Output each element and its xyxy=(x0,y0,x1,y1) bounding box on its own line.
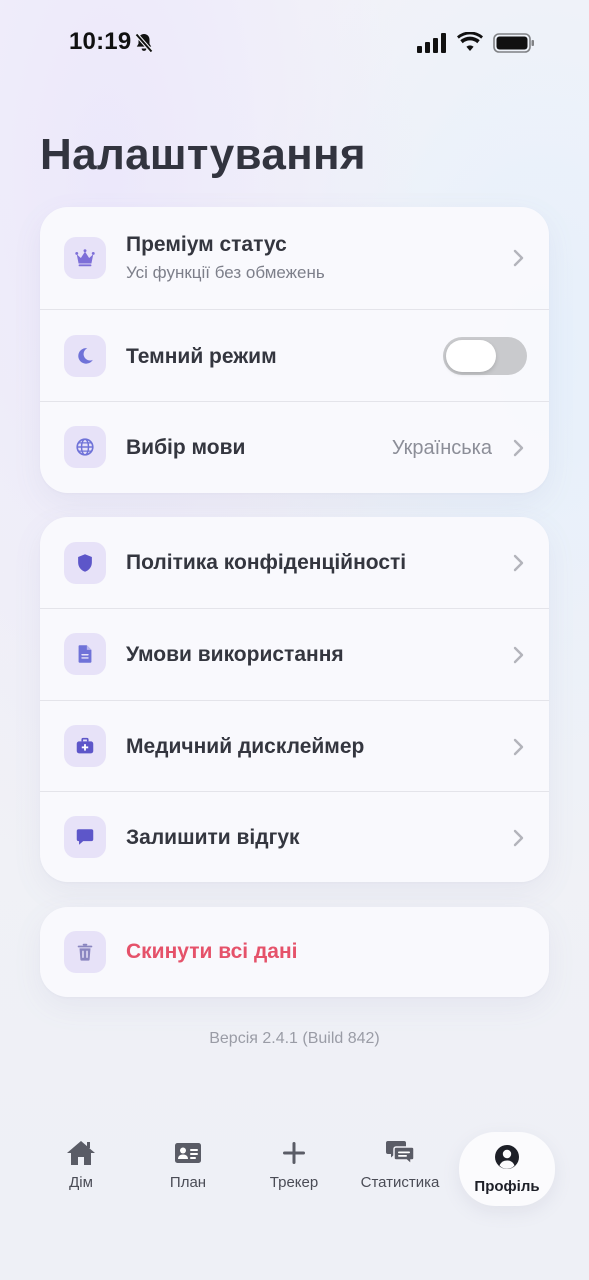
chevron-right-icon xyxy=(513,738,524,756)
settings-group-legal: Політика конфіденційності Умови використ… xyxy=(40,517,549,882)
settings-group-general: Преміум статус Усі функції без обмежень … xyxy=(40,207,549,493)
cellular-signal-icon xyxy=(417,33,446,53)
status-bar: 10:19 xyxy=(0,0,589,88)
medical-disclaimer-row[interactable]: Медичний дисклеймер xyxy=(40,701,549,791)
language-value: Українська xyxy=(391,437,492,459)
chevron-right-icon xyxy=(513,249,524,267)
leave-feedback-title: Залишити відгук xyxy=(126,826,300,849)
chevron-right-icon xyxy=(513,646,524,664)
language-row[interactable]: Вибір мови Українська xyxy=(40,402,549,493)
user-icon xyxy=(495,1145,519,1169)
document-icon xyxy=(64,633,106,675)
dark-mode-title: Темний режим xyxy=(126,345,277,368)
medical-disclaimer-title: Медичний дисклеймер xyxy=(126,735,365,758)
moon-icon xyxy=(64,335,106,377)
tab-tracker-label: Трекер xyxy=(269,1174,319,1191)
chevron-right-icon xyxy=(513,439,524,457)
crown-icon xyxy=(64,237,106,279)
privacy-policy-row[interactable]: Політика конфіденційності xyxy=(40,517,549,608)
chevron-right-icon xyxy=(513,829,524,847)
wifi-icon xyxy=(457,32,483,51)
leave-feedback-row[interactable]: Залишити відгук xyxy=(40,792,549,882)
tab-profile[interactable]: Профіль xyxy=(459,1132,555,1206)
tab-plan[interactable]: План xyxy=(138,1130,238,1210)
chevron-right-icon xyxy=(513,554,524,572)
reset-data-label: Скинути всі дані xyxy=(126,940,298,963)
id-card-icon xyxy=(175,1143,201,1163)
privacy-policy-title: Політика конфіденційності xyxy=(126,551,407,574)
chat-icon xyxy=(386,1141,415,1166)
terms-of-use-row[interactable]: Умови використання xyxy=(40,609,549,700)
status-time: 10:19 xyxy=(69,28,132,55)
bell-off-icon xyxy=(135,33,153,53)
tab-statistics[interactable]: Статистика xyxy=(350,1130,450,1210)
plus-icon xyxy=(283,1142,305,1164)
tab-statistics-label: Статистика xyxy=(360,1174,440,1191)
reset-data-button[interactable]: Скинути всі дані xyxy=(40,907,549,997)
tab-home[interactable]: Дім xyxy=(31,1130,131,1210)
dark-mode-row: Темний режим xyxy=(40,310,549,402)
chat-bubble-icon xyxy=(64,816,106,858)
dark-mode-toggle[interactable] xyxy=(443,337,527,375)
shield-icon xyxy=(64,542,106,584)
page-title: Налаштування xyxy=(40,130,366,179)
trash-icon xyxy=(64,931,106,973)
tab-home-label: Дім xyxy=(69,1174,93,1191)
tab-plan-label: План xyxy=(169,1174,207,1191)
home-icon xyxy=(67,1141,95,1165)
toggle-knob xyxy=(446,340,496,372)
terms-of-use-title: Умови використання xyxy=(126,643,344,666)
premium-status-subtitle: Усі функції без обмежень xyxy=(126,263,325,282)
medkit-icon xyxy=(64,725,106,767)
tab-tracker[interactable]: Трекер xyxy=(244,1130,344,1210)
app-version: Версія 2.4.1 (Build 842) xyxy=(209,1030,380,1047)
tab-profile-label: Профіль xyxy=(474,1178,540,1195)
premium-status-title: Преміум статус xyxy=(126,233,287,256)
globe-icon xyxy=(64,426,106,468)
battery-icon xyxy=(493,33,534,53)
language-title: Вибір мови xyxy=(126,436,246,459)
tab-bar: Дім План Трекер Статистика Профіль xyxy=(0,1120,589,1220)
premium-status-row[interactable]: Преміум статус Усі функції без обмежень xyxy=(40,207,549,309)
